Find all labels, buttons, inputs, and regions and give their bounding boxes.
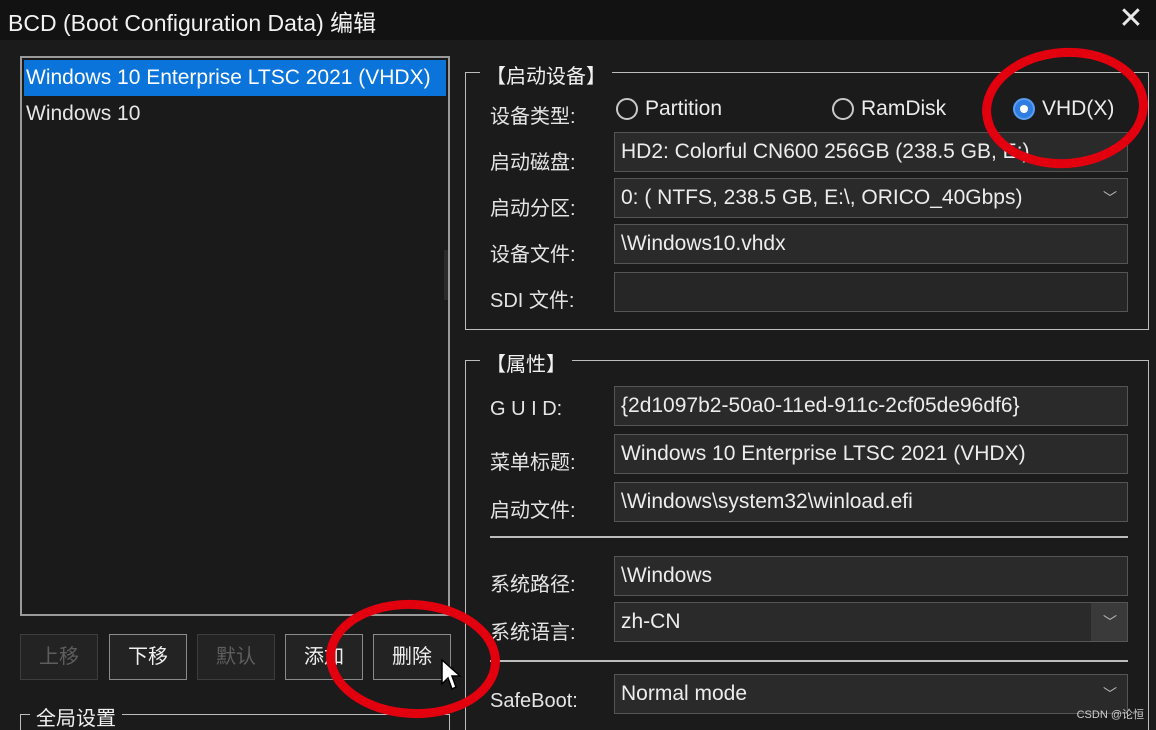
boot-entry-windows-10-ltsc-vhdx[interactable]: Windows 10 Enterprise LTSC 2021 (VHDX) [24, 60, 446, 96]
system-language-label: 系统语言: [490, 622, 576, 644]
menu-title-input[interactable]: Windows 10 Enterprise LTSC 2021 (VHDX) [614, 434, 1128, 474]
title-bar: BCD (Boot Configuration Data) 编辑 ✕ [0, 0, 1156, 40]
boot-entry-list[interactable]: Windows 10 Enterprise LTSC 2021 (VHDX) W… [20, 56, 450, 616]
close-icon[interactable]: ✕ [1114, 2, 1148, 36]
list-scroll-thumb[interactable] [444, 250, 448, 300]
boot-device-title: 【启动设备】 [480, 60, 612, 89]
chevron-down-icon: ﹀ [1103, 614, 1117, 630]
boot-disk-label: 启动磁盘: [490, 152, 576, 174]
boot-file-label: 启动文件: [490, 500, 576, 522]
radio-ramdisk-label: RamDisk [861, 97, 947, 120]
radio-ramdisk[interactable] [832, 98, 854, 120]
device-file-label: 设备文件: [490, 244, 576, 266]
sdi-file-input[interactable] [614, 272, 1128, 312]
chevron-down-icon: ﹀ [1103, 190, 1117, 206]
mouse-cursor-icon [441, 658, 462, 691]
boot-partition-label: 启动分区: [490, 198, 576, 220]
boot-entry-windows-10[interactable]: Windows 10 [24, 96, 140, 132]
boot-partition-value: 0: ( NTFS, 238.5 GB, E:\, ORICO_40Gbps) [621, 186, 1023, 209]
system-path-input[interactable]: \Windows [614, 556, 1128, 596]
window-title: BCD (Boot Configuration Data) 编辑 [8, 10, 377, 36]
guid-label: G U I D: [490, 398, 563, 420]
radio-vhdx[interactable] [1013, 98, 1035, 120]
system-language-value: zh-CN [621, 610, 681, 633]
radio-partition-label: Partition [645, 97, 723, 120]
boot-file-input[interactable]: \Windows\system32\winload.efi [614, 482, 1128, 522]
global-settings-title: 全局设置 [30, 702, 122, 730]
safeboot-select[interactable]: Normal mode ﹀ [614, 674, 1128, 714]
watermark: CSDN @论恒 [1076, 709, 1144, 721]
system-language-select[interactable]: zh-CN ﹀ [614, 602, 1128, 642]
add-button[interactable]: 添加 [285, 634, 363, 680]
menu-title-label: 菜单标题: [490, 452, 576, 474]
guid-input[interactable]: {2d1097b2-50a0-11ed-911c-2cf05de96df6} [614, 386, 1128, 426]
sdi-file-label: SDI 文件: [490, 290, 575, 312]
safeboot-value: Normal mode [621, 682, 748, 705]
safeboot-label: SafeBoot: [490, 690, 578, 712]
properties-divider-1 [490, 536, 1128, 538]
move-up-button[interactable]: 上移 [20, 634, 98, 680]
radio-vhdx-label: VHD(X) [1042, 97, 1115, 120]
radio-partition[interactable] [616, 98, 638, 120]
properties-divider-2 [490, 660, 1128, 662]
boot-partition-select[interactable]: 0: ( NTFS, 238.5 GB, E:\, ORICO_40Gbps) … [614, 178, 1128, 218]
properties-title: 【属性】 [480, 348, 572, 377]
device-file-input[interactable]: \Windows10.vhdx [614, 224, 1128, 264]
system-path-label: 系统路径: [490, 574, 576, 596]
device-type-label: 设备类型: [490, 106, 576, 128]
boot-disk-select[interactable]: HD2: Colorful CN600 256GB (238.5 GB, E:) [614, 132, 1128, 172]
move-down-button[interactable]: 下移 [109, 634, 187, 680]
default-button[interactable]: 默认 [197, 634, 275, 680]
